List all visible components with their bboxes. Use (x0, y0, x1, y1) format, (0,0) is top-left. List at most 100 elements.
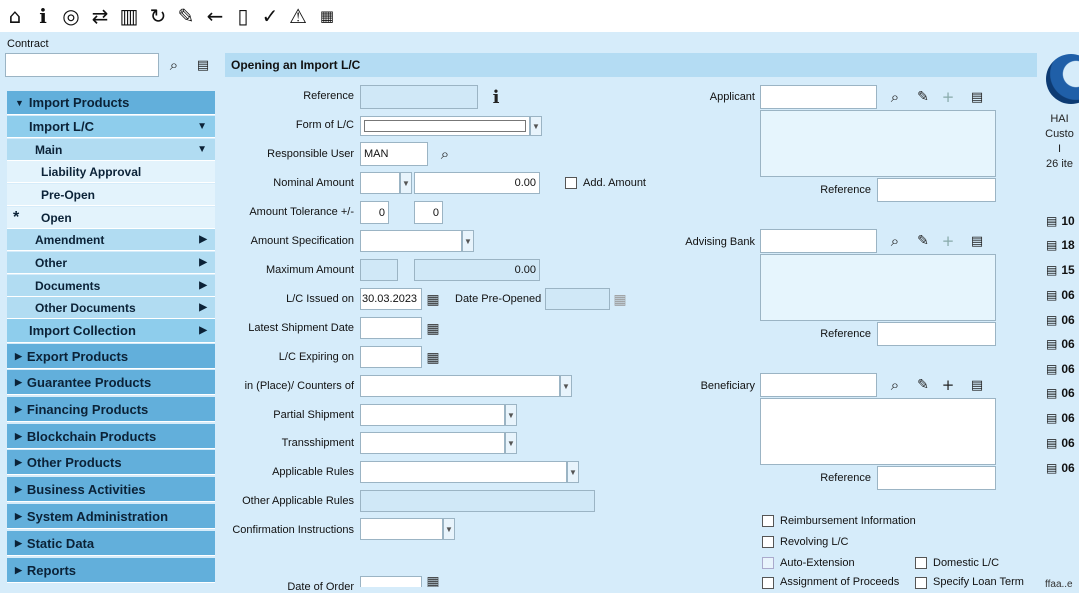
sidebar-item-liability-approval[interactable]: Liability Approval (7, 161, 215, 183)
latest-shipment-field[interactable] (360, 317, 422, 339)
sidebar-item-main[interactable]: Main ▼ (7, 139, 215, 161)
document-list-item[interactable]: ▤ 06 (1046, 386, 1075, 400)
nominal-amount-field[interactable] (414, 172, 540, 194)
chevron-down-icon[interactable]: ▼ (400, 172, 412, 194)
sidebar-item-financing-products[interactable]: ▶ Financing Products (7, 397, 215, 422)
calendar-icon[interactable]: ▦ (423, 289, 443, 309)
info-icon[interactable]: i (486, 87, 506, 108)
advising-bank-address[interactable] (760, 254, 996, 321)
pencil-icon[interactable]: ✎ (913, 231, 933, 251)
date-of-order-field[interactable] (360, 576, 422, 587)
tolerance-minus-field[interactable] (414, 201, 443, 224)
sidebar-item-other-products[interactable]: ▶ Other Products (7, 450, 215, 475)
beneficiary-address[interactable] (760, 398, 996, 465)
home-icon[interactable]: ⌂ (2, 3, 28, 29)
document-list-item[interactable]: ▤ 06 (1046, 313, 1075, 327)
calendar-icon[interactable]: ▦ (423, 347, 443, 367)
search-icon[interactable]: ⌕ (885, 87, 905, 107)
place-select[interactable] (360, 375, 560, 397)
edit-icon[interactable]: ✎ (173, 3, 199, 29)
document-edit-icon[interactable]: ▤ (193, 55, 213, 75)
document-list-item[interactable]: ▤ 18 (1046, 238, 1075, 252)
issued-on-field[interactable] (360, 288, 422, 310)
sidebar-item-blockchain-products[interactable]: ▶ Blockchain Products (7, 424, 215, 449)
check-icon[interactable]: ✓ (257, 3, 283, 29)
info-icon[interactable]: i (30, 3, 56, 29)
sidebar-item-pre-open[interactable]: Pre-Open (7, 184, 215, 206)
search-icon[interactable]: ⌕ (435, 144, 455, 164)
contract-search-input[interactable] (5, 53, 159, 77)
revolving-checkbox[interactable] (762, 536, 774, 548)
plus-icon[interactable]: + (938, 375, 958, 395)
document-list-item[interactable]: ▤ 06 (1046, 411, 1075, 425)
sidebar-item-guarantee-products[interactable]: ▶ Guarantee Products (7, 370, 215, 395)
sidebar-item-import-collection[interactable]: Import Collection ▶ (7, 319, 215, 343)
pencil-icon[interactable]: ✎ (913, 87, 933, 107)
book-icon[interactable]: ▥ (116, 3, 142, 29)
amount-spec-select[interactable] (360, 230, 462, 252)
chevron-down-icon[interactable]: ▼ (560, 375, 572, 397)
responsible-user-field[interactable] (360, 142, 428, 166)
refresh-icon[interactable]: ↻ (145, 3, 171, 29)
applicable-rules-select[interactable] (360, 461, 567, 483)
plus-icon[interactable]: + (938, 231, 958, 251)
beneficiary-reference-field[interactable] (877, 466, 996, 490)
document-list-item[interactable]: ▤ 15 (1046, 263, 1075, 277)
sidebar-item-system-administration[interactable]: ▶ System Administration (7, 504, 215, 529)
document-edit-icon[interactable]: ▤ (967, 375, 987, 395)
applicant-field[interactable] (760, 85, 877, 109)
document-edit-icon[interactable]: ▤ (967, 87, 987, 107)
currency-select[interactable] (360, 172, 400, 194)
document-list-item[interactable]: ▤ 06 (1046, 362, 1075, 376)
chevron-down-icon[interactable]: ▼ (530, 116, 542, 136)
sidebar-item-reports[interactable]: ▶ Reports (7, 558, 215, 583)
tolerance-plus-field[interactable] (360, 201, 389, 224)
chevron-down-icon[interactable]: ▼ (505, 432, 517, 454)
calendar-icon[interactable]: ▦ (423, 575, 443, 587)
chevron-down-icon[interactable]: ▼ (443, 518, 455, 540)
document-list-item[interactable]: ▤ 06 (1046, 436, 1075, 450)
form-of-lc-select[interactable] (360, 116, 530, 136)
pencil-icon[interactable]: ✎ (913, 375, 933, 395)
search-icon[interactable]: ⌕ (885, 375, 905, 395)
back-arrow-icon[interactable]: ← (202, 3, 228, 29)
search-icon[interactable]: ⌕ (885, 231, 905, 251)
sidebar-item-static-data[interactable]: ▶ Static Data (7, 531, 215, 556)
sidebar-item-open[interactable]: * Open (7, 207, 215, 229)
sidebar-item-amendment[interactable]: Amendment ▶ (7, 229, 215, 251)
add-amount-checkbox[interactable] (565, 177, 577, 189)
expiring-field[interactable] (360, 346, 422, 368)
sidebar-item-import-l-c[interactable]: Import L/C ▼ (7, 116, 215, 138)
calendar-icon[interactable]: ▦ (423, 318, 443, 338)
chevron-down-icon[interactable]: ▼ (462, 230, 474, 252)
document-list-item[interactable]: ▤ 06 (1046, 337, 1075, 351)
chevron-down-icon[interactable]: ▼ (505, 404, 517, 426)
plus-icon[interactable]: + (938, 87, 958, 107)
confirmation-select[interactable] (360, 518, 443, 540)
chevron-down-icon[interactable]: ▼ (567, 461, 579, 483)
advising-bank-field[interactable] (760, 229, 877, 253)
sidebar-item-other[interactable]: Other ▶ (7, 252, 215, 274)
document-list-item[interactable]: ▤ 06 (1046, 461, 1075, 475)
domestic-checkbox[interactable] (915, 557, 927, 569)
advising-reference-field[interactable] (877, 322, 996, 346)
assignment-checkbox[interactable] (762, 577, 774, 589)
document-edit-icon[interactable]: ▤ (967, 231, 987, 251)
sidebar-item-business-activities[interactable]: ▶ Business Activities (7, 477, 215, 502)
search-icon[interactable]: ⌕ (164, 55, 184, 75)
calendar-icon[interactable]: ▦ (314, 3, 340, 29)
sidebar-item-import-products[interactable]: ▼ Import Products (7, 91, 215, 115)
sidebar-item-other-documents[interactable]: Other Documents ▶ (7, 297, 215, 319)
transshipment-select[interactable] (360, 432, 505, 454)
transfer-icon[interactable]: ⇄ (87, 3, 113, 29)
reimbursement-checkbox[interactable] (762, 515, 774, 527)
document-list-item[interactable]: ▤ 10 (1046, 214, 1075, 228)
document-list-item[interactable]: ▤ 06 (1046, 288, 1075, 302)
target-icon[interactable]: ◎ (58, 3, 84, 29)
applicant-reference-field[interactable] (877, 178, 996, 202)
sidebar-item-documents[interactable]: Documents ▶ (7, 275, 215, 297)
beneficiary-field[interactable] (760, 373, 877, 397)
sidebar-item-export-products[interactable]: ▶ Export Products (7, 344, 215, 369)
partial-shipment-select[interactable] (360, 404, 505, 426)
warning-icon[interactable]: ⚠ (285, 3, 311, 29)
